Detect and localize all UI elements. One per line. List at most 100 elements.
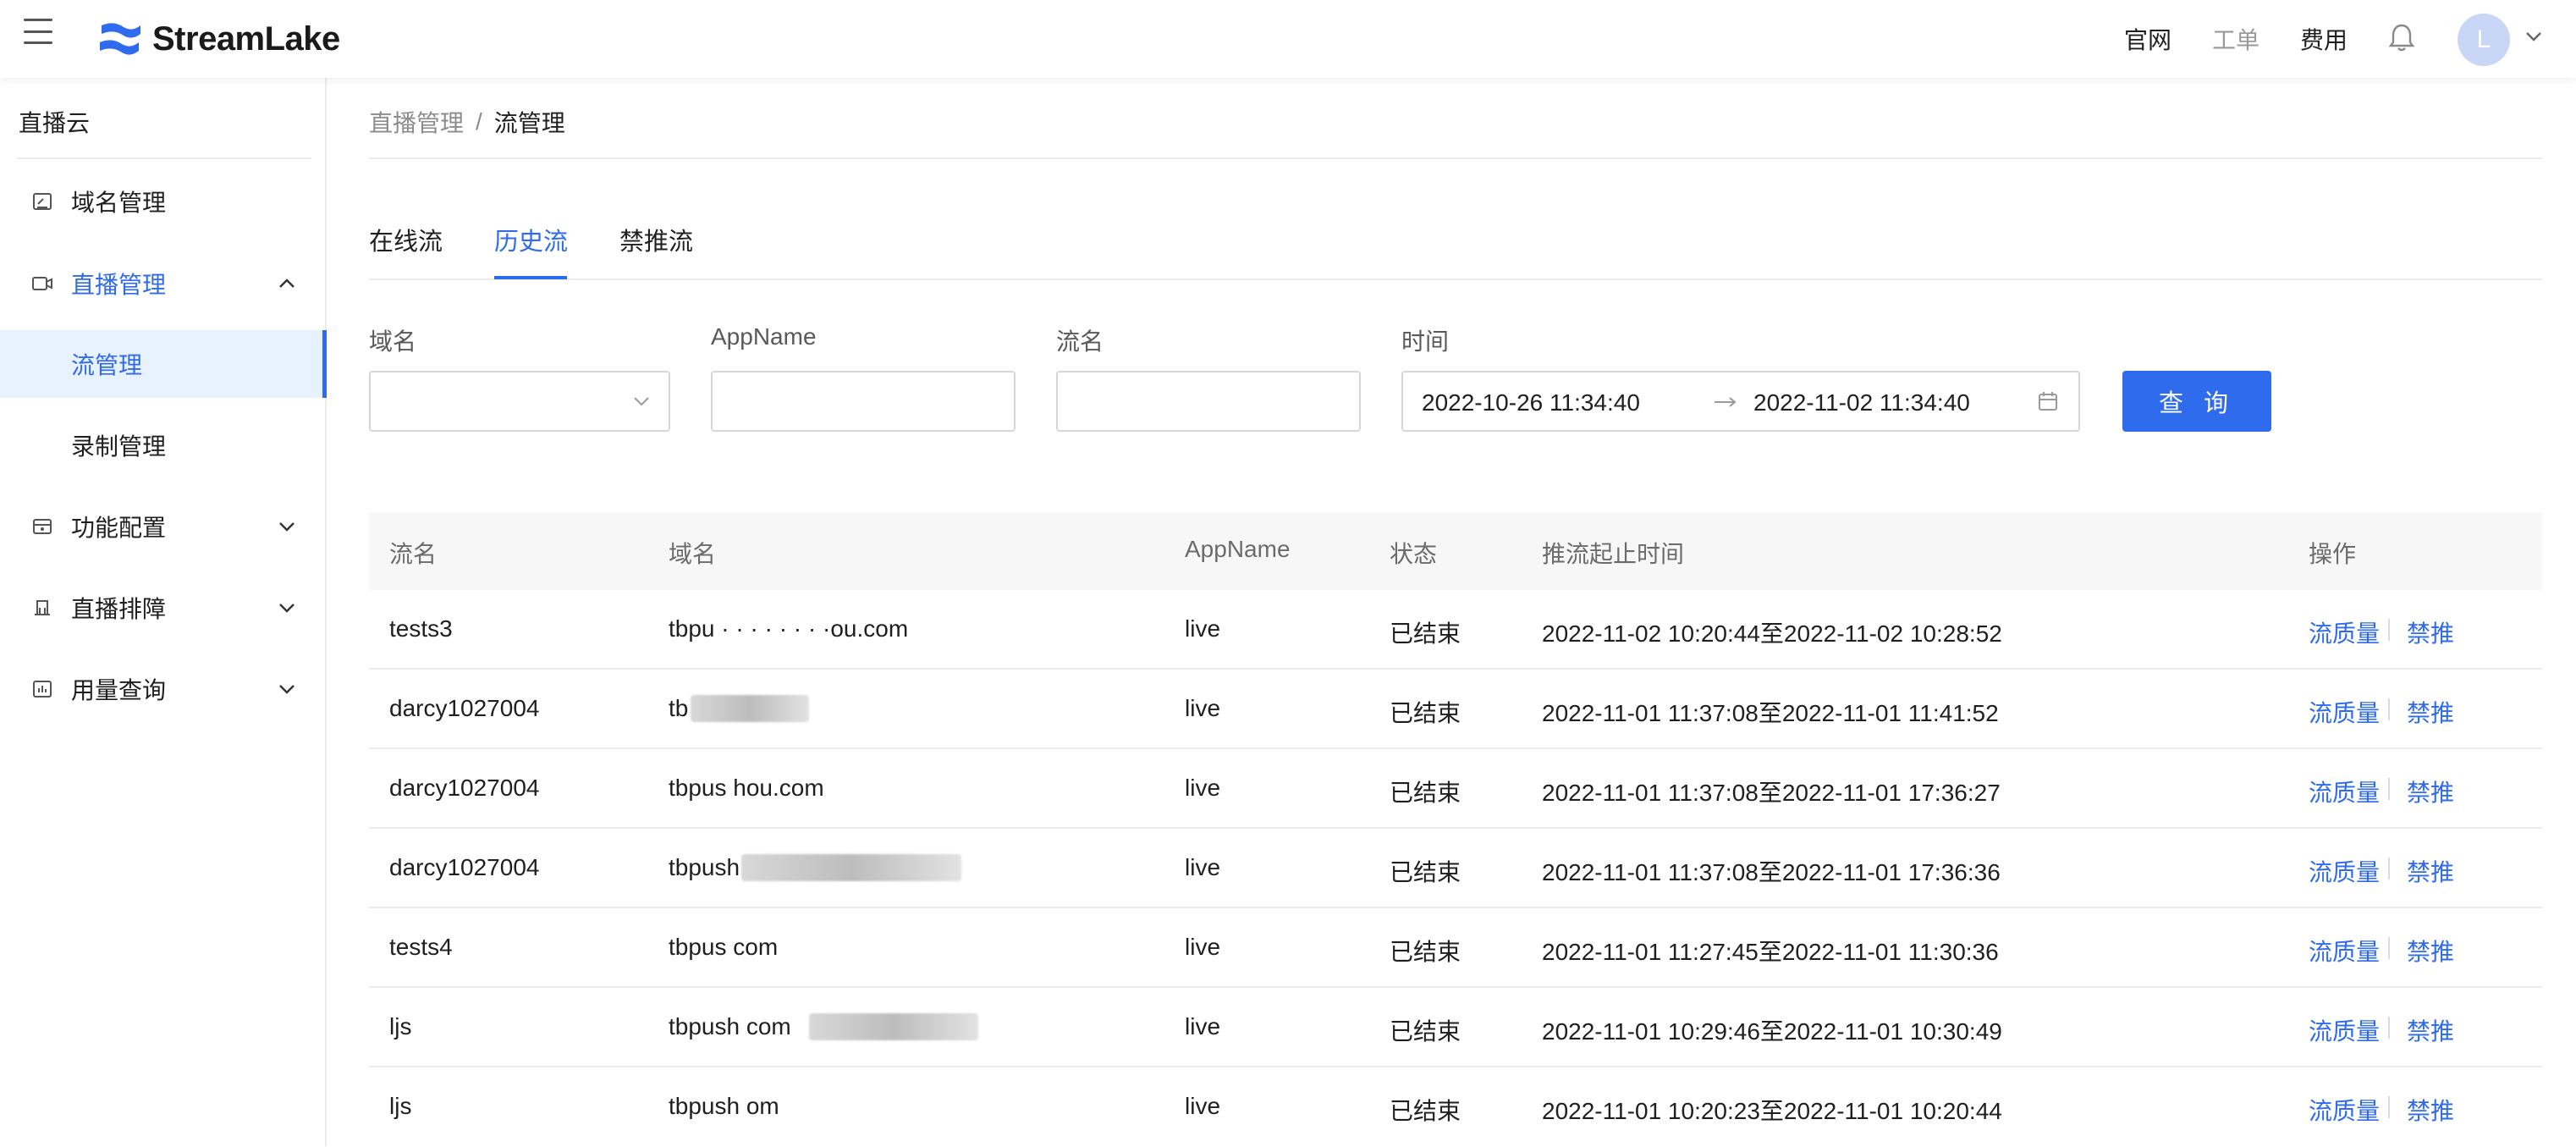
tab-history-streams[interactable]: 历史流 bbox=[494, 222, 568, 257]
table-row: ljs tbpush com live 已结束 2022-11-01 10:29… bbox=[369, 988, 2542, 1067]
action-separator bbox=[2388, 778, 2390, 800]
sidebar-item-stream-management[interactable]: 流管理 bbox=[0, 330, 327, 398]
chevron-down-icon[interactable] bbox=[2525, 30, 2542, 42]
calendar-icon bbox=[2039, 392, 2057, 411]
app-name-label: AppName bbox=[711, 323, 817, 350]
sidebar-item-domain[interactable]: 域名管理 bbox=[0, 168, 325, 235]
sidebar-item-label: 直播管理 bbox=[71, 272, 167, 298]
action-separator bbox=[2388, 1017, 2390, 1039]
sidebar-item-usage[interactable]: 用量查询 bbox=[0, 655, 325, 723]
cell-status: 已结束 bbox=[1390, 620, 1461, 647]
stream-name-label: 流名 bbox=[1056, 328, 1104, 355]
tabs-divider bbox=[369, 278, 2542, 280]
cell-appname: live bbox=[1185, 1013, 1221, 1039]
column-header-push-time: 推流起止时间 bbox=[1542, 541, 1685, 567]
streamlake-logo-icon bbox=[100, 23, 140, 55]
sidebar-item-recording-management[interactable]: 录制管理 bbox=[0, 411, 327, 479]
cell-appname: live bbox=[1185, 934, 1221, 960]
ban-push-link[interactable]: 禁推 bbox=[2407, 854, 2454, 888]
stream-quality-link[interactable]: 流质量 bbox=[2309, 934, 2380, 968]
cell-stream: tests4 bbox=[389, 934, 453, 960]
app-name-input[interactable] bbox=[711, 371, 1016, 432]
cell-push-time: 2022-11-01 11:37:08至2022-11-01 17:36:36 bbox=[1542, 859, 2001, 885]
breadcrumb-separator: / bbox=[476, 108, 482, 135]
domain-label: 域名 bbox=[369, 328, 417, 355]
cell-push-time: 2022-11-01 11:37:08至2022-11-01 17:36:27 bbox=[1542, 780, 2001, 806]
nav-tickets[interactable]: 工单 bbox=[2212, 22, 2260, 56]
table-row: tests4 tbpus com live 已结束 2022-11-01 11:… bbox=[369, 908, 2542, 988]
cell-status: 已结束 bbox=[1390, 939, 1461, 965]
stream-quality-link[interactable]: 流质量 bbox=[2309, 775, 2380, 808]
query-button[interactable]: 查 询 bbox=[2122, 371, 2271, 432]
ban-push-link[interactable]: 禁推 bbox=[2407, 1013, 2454, 1047]
cell-stream: ljs bbox=[389, 1093, 412, 1119]
nav-billing[interactable]: 费用 bbox=[2300, 22, 2348, 56]
menu-icon[interactable] bbox=[24, 19, 52, 44]
avatar[interactable]: L bbox=[2458, 14, 2510, 66]
sidebar-item-label: 直播排障 bbox=[71, 596, 167, 622]
stream-quality-link[interactable]: 流质量 bbox=[2309, 1013, 2380, 1047]
top-header: StreamLake 官网 工单 费用 L bbox=[0, 0, 2576, 78]
breadcrumb-parent[interactable]: 直播管理 bbox=[369, 105, 464, 139]
time-range-picker[interactable]: 2022-10-26 11:34:40 2022-11-02 11:34:40 bbox=[1401, 371, 2080, 432]
sidebar-item-troubleshoot[interactable]: 直播排障 bbox=[0, 574, 325, 642]
cell-appname: live bbox=[1185, 854, 1221, 880]
sidebar-item-live[interactable]: 直播管理 bbox=[0, 250, 325, 317]
cell-stream: darcy1027004 bbox=[389, 854, 540, 880]
stream-name-input[interactable] bbox=[1056, 371, 1361, 432]
domain-icon bbox=[33, 193, 52, 210]
chevron-down-icon bbox=[279, 522, 294, 532]
stream-quality-link[interactable]: 流质量 bbox=[2309, 854, 2380, 888]
chevron-down-icon bbox=[279, 604, 294, 613]
ban-push-link[interactable]: 禁推 bbox=[2407, 934, 2454, 968]
brand-logo[interactable]: StreamLake bbox=[98, 17, 340, 61]
cell-status: 已结束 bbox=[1390, 1098, 1461, 1124]
cell-status: 已结束 bbox=[1390, 859, 1461, 885]
sidebar-item-label: 用量查询 bbox=[71, 677, 167, 703]
breadcrumb-current: 流管理 bbox=[493, 110, 565, 136]
cell-domain: tbpu · · · · · · · ·ou.com bbox=[669, 615, 909, 642]
cell-stream: darcy1027004 bbox=[389, 775, 540, 801]
bell-icon[interactable] bbox=[2386, 22, 2417, 52]
video-icon bbox=[32, 277, 52, 290]
chevron-up-icon bbox=[279, 278, 294, 288]
ban-push-link[interactable]: 禁推 bbox=[2407, 775, 2454, 808]
stream-quality-link[interactable]: 流质量 bbox=[2309, 695, 2380, 729]
breadcrumb: 直播管理 / 流管理 bbox=[369, 105, 565, 139]
tab-banned-streams[interactable]: 禁推流 bbox=[619, 222, 693, 257]
table-row: ljs tbpush om live 已结束 2022-11-01 10:20:… bbox=[369, 1067, 2542, 1147]
time-label: 时间 bbox=[1401, 328, 1450, 355]
stream-quality-link[interactable]: 流质量 bbox=[2309, 1093, 2380, 1127]
stream-quality-link[interactable]: 流质量 bbox=[2309, 615, 2380, 649]
cell-push-time: 2022-11-01 10:29:46至2022-11-01 10:30:49 bbox=[1542, 1018, 2002, 1045]
cell-appname: live bbox=[1185, 695, 1221, 721]
sidebar-divider bbox=[17, 157, 311, 159]
ban-push-link[interactable]: 禁推 bbox=[2407, 1093, 2454, 1127]
nav-official-site[interactable]: 官网 bbox=[2124, 22, 2171, 56]
time-start-input[interactable]: 2022-10-26 11:34:40 bbox=[1422, 389, 1640, 416]
table-row: darcy1027004 tb ·ku. com live 已结束 2022-1… bbox=[369, 670, 2542, 749]
action-separator bbox=[2388, 698, 2390, 720]
arrow-right-icon bbox=[1715, 397, 1737, 407]
ban-push-link[interactable]: 禁推 bbox=[2407, 695, 2454, 729]
column-header-status: 状态 bbox=[1390, 541, 1438, 567]
ban-push-link[interactable]: 禁推 bbox=[2407, 615, 2454, 649]
cell-push-time: 2022-11-01 10:20:23至2022-11-01 10:20:44 bbox=[1542, 1098, 2002, 1124]
redaction-mask bbox=[741, 854, 961, 881]
usage-icon bbox=[33, 681, 52, 698]
table-row: darcy1027004 tbpus hou.com live 已结束 2022… bbox=[369, 749, 2542, 829]
chevron-down-icon bbox=[634, 397, 649, 406]
column-header-stream: 流名 bbox=[389, 541, 438, 567]
column-header-actions: 操作 bbox=[2309, 541, 2357, 567]
tab-online-streams[interactable]: 在线流 bbox=[369, 222, 443, 257]
column-header-domain: 域名 bbox=[669, 541, 717, 567]
brand-name: StreamLake bbox=[152, 19, 340, 58]
cell-status: 已结束 bbox=[1390, 780, 1461, 806]
sidebar-item-label: 录制管理 bbox=[71, 433, 167, 460]
sidebar-item-config[interactable]: 功能配置 bbox=[0, 493, 325, 560]
time-end-input[interactable]: 2022-11-02 11:34:40 bbox=[1753, 389, 1970, 416]
table-row: tests3 tbpu · · · · · · · ·ou.com live 已… bbox=[369, 590, 2542, 670]
sidebar: 直播云 域名管理 直播管理 流管理 录制管理 功能配置 直播排障 用量查询 bbox=[0, 78, 327, 1146]
avatar-initial: L bbox=[2476, 25, 2491, 53]
domain-select[interactable] bbox=[369, 371, 670, 432]
